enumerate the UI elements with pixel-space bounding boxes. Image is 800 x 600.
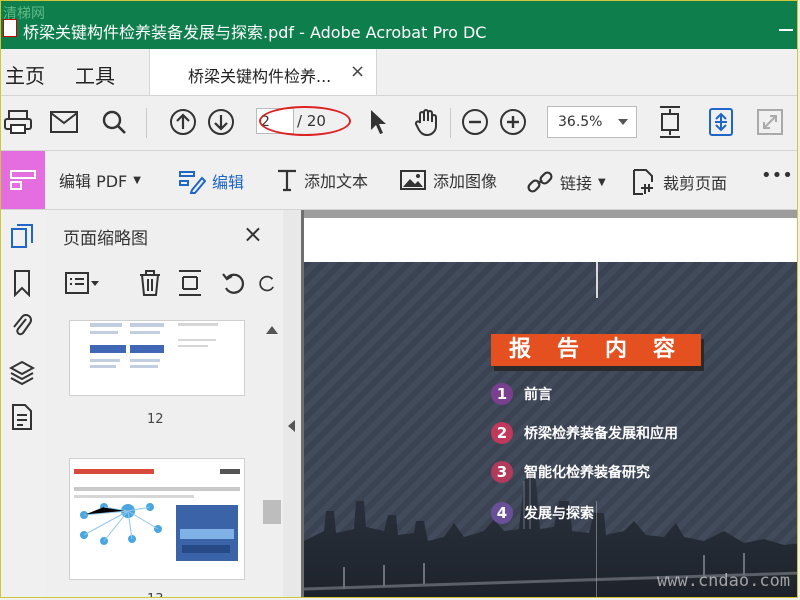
search-icon[interactable] xyxy=(97,105,131,139)
panel-close-button[interactable]: × xyxy=(243,220,263,248)
scroll-mode-icon[interactable] xyxy=(704,105,738,139)
add-text-button[interactable]: 添加文本 xyxy=(276,168,368,192)
extract-page-icon[interactable] xyxy=(173,268,207,298)
document-tab[interactable]: 桥梁关键构件检养... × xyxy=(149,49,377,95)
delete-page-icon[interactable] xyxy=(133,268,167,298)
main-toolbar: 2 / 20 xyxy=(1,96,797,151)
add-text-label: 添加文本 xyxy=(304,172,369,191)
add-image-button[interactable]: 添加图像 xyxy=(399,168,497,192)
page-thumbnail[interactable] xyxy=(69,458,245,580)
select-cursor-icon[interactable] xyxy=(361,105,395,139)
page-thumbnails-panel: 页面缩略图 × 12 xyxy=(45,210,284,597)
thumbnail-page-number: 13 xyxy=(147,592,164,597)
previous-page-edge xyxy=(304,210,797,218)
slide-divider xyxy=(596,262,598,298)
slide-heading-text: 报告内容 xyxy=(509,337,702,362)
caret-down-icon: ▼ xyxy=(598,176,606,188)
thumbnail-options-icon[interactable] xyxy=(63,268,103,298)
crop-page-button[interactable]: 裁剪页面 xyxy=(631,168,727,196)
document-tab-close-button[interactable]: × xyxy=(350,61,365,82)
agenda-item-text: 发展与探索 xyxy=(524,506,594,522)
edit-pdf-label: 编辑 PDF xyxy=(59,172,128,191)
layers-icon[interactable] xyxy=(7,358,37,388)
page-center-guide xyxy=(596,501,597,597)
bookmarks-icon[interactable] xyxy=(7,268,37,298)
tab-row: 主页 工具 桥梁关键构件检养... × xyxy=(1,49,797,96)
edit-toolbar: 编辑 PDF ▼ 编辑 添加文本 添加图像 链接 ▼ 裁剪页面 ••• xyxy=(1,151,797,210)
agenda-item-number: 1 xyxy=(491,383,513,405)
crop-page-icon xyxy=(633,169,653,195)
caret-down-icon: ▼ xyxy=(133,174,141,186)
toolbar-separator xyxy=(450,108,451,138)
add-image-label: 添加图像 xyxy=(433,172,498,191)
image-icon xyxy=(400,170,426,190)
agenda-item: 2 桥梁检养装备发展和应用 xyxy=(491,421,678,445)
agenda-item: 3 智能化检养装备研究 xyxy=(491,460,650,484)
panel-splitter[interactable] xyxy=(283,210,301,597)
crop-page-label: 裁剪页面 xyxy=(663,174,728,193)
agenda-item-text: 智能化检养装备研究 xyxy=(524,465,650,481)
agenda-item-number: 4 xyxy=(491,502,513,524)
page-top-margin xyxy=(304,218,797,262)
edit-label: 编辑 xyxy=(212,173,245,192)
watermark-bottom: www.cndao.com xyxy=(657,571,791,591)
next-page-icon[interactable] xyxy=(204,105,238,139)
chevron-down-icon xyxy=(618,119,628,125)
attachments-icon[interactable] xyxy=(7,310,37,340)
document-icon[interactable] xyxy=(7,402,37,432)
slide-heading: 报告内容 xyxy=(491,334,701,366)
edit-button[interactable]: 编辑 xyxy=(178,168,244,194)
zoom-select[interactable]: 36.5% xyxy=(547,106,637,138)
page-thumbnail[interactable] xyxy=(69,320,245,396)
agenda-item-number: 3 xyxy=(491,461,513,483)
toolbar-separator xyxy=(146,108,147,138)
edit-tool-icon[interactable] xyxy=(1,151,45,209)
rotate-clockwise-icon[interactable] xyxy=(257,268,277,298)
previous-page-icon[interactable] xyxy=(166,105,200,139)
minimize-button[interactable] xyxy=(779,29,793,31)
agenda-item-text: 桥梁检养装备发展和应用 xyxy=(524,426,678,442)
link-icon xyxy=(527,171,553,193)
zoom-value: 36.5% xyxy=(558,114,603,130)
navigation-rail xyxy=(1,210,46,597)
agenda-item: 1 前言 xyxy=(491,382,552,406)
zoom-in-icon[interactable] xyxy=(496,105,530,139)
watermark-top: 清梯网 xyxy=(3,6,45,22)
rotate-page-icon[interactable] xyxy=(217,268,251,298)
link-menu[interactable]: 链接 ▼ xyxy=(526,168,606,196)
hand-tool-icon[interactable] xyxy=(409,105,443,139)
title-bar: 桥梁关键构件检养装备发展与探索.pdf - Adobe Acrobat Pro … xyxy=(1,1,797,49)
window-title: 桥梁关键构件检养装备发展与探索.pdf - Adobe Acrobat Pro … xyxy=(23,23,487,42)
link-label: 链接 xyxy=(560,174,593,193)
zoom-out-icon[interactable] xyxy=(458,105,492,139)
scroll-up-arrow[interactable] xyxy=(266,326,278,334)
thumbnail-list[interactable]: 12 13 xyxy=(65,320,245,597)
scrollbar-thumb[interactable] xyxy=(263,500,281,524)
email-icon[interactable] xyxy=(47,105,81,139)
page-number-highlight xyxy=(259,106,351,136)
tab-tools[interactable]: 工具 xyxy=(75,60,115,89)
thumbnail-page-number: 12 xyxy=(147,412,164,427)
edit-pencil-icon xyxy=(179,171,206,194)
tab-home[interactable]: 主页 xyxy=(5,60,45,89)
app-window: 桥梁关键构件检养装备发展与探索.pdf - Adobe Acrobat Pro … xyxy=(0,0,798,598)
print-icon[interactable] xyxy=(1,105,35,139)
text-t-icon xyxy=(278,169,296,192)
agenda-item: 4 发展与探索 xyxy=(491,501,594,525)
edit-pdf-menu[interactable]: 编辑 PDF ▼ xyxy=(59,168,141,192)
more-options-button[interactable]: ••• xyxy=(761,165,793,186)
thumbnail-scrollbar[interactable] xyxy=(263,320,281,597)
full-screen-icon[interactable] xyxy=(753,105,787,139)
agenda-item-number: 2 xyxy=(491,422,513,444)
document-tab-label: 桥梁关键构件检养... xyxy=(188,67,332,86)
fit-page-icon[interactable] xyxy=(653,105,687,139)
panel-title: 页面缩略图 xyxy=(63,229,148,249)
collapse-panel-arrow[interactable] xyxy=(288,420,295,432)
page-thumbnails-icon[interactable] xyxy=(7,222,37,252)
agenda-item-text: 前言 xyxy=(524,387,552,403)
